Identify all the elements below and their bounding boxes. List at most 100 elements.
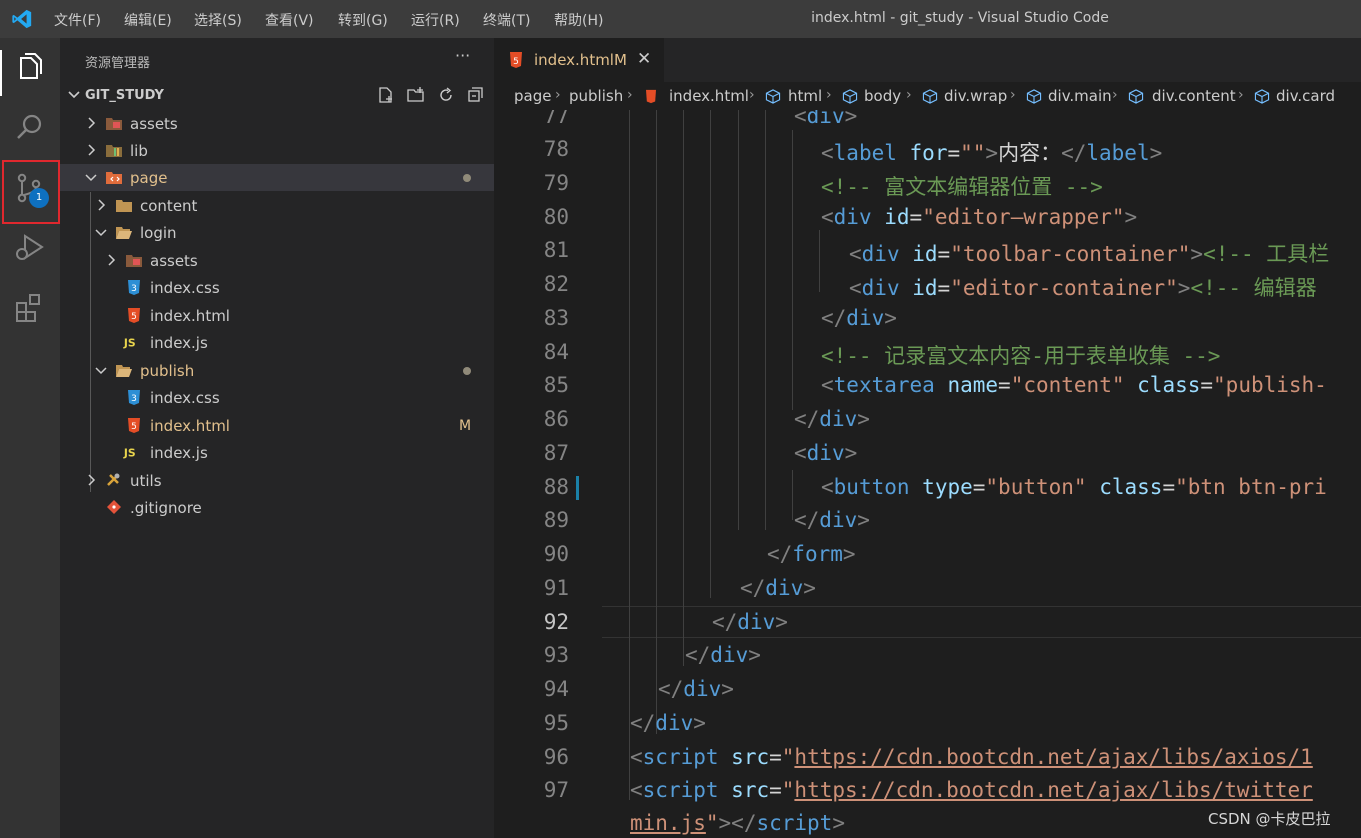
breadcrumb: page › publish › index.html › html › bod… <box>494 82 1361 110</box>
breadcrumb-separator: › <box>555 87 561 103</box>
tree-folder-lib[interactable]: lib <box>60 137 494 164</box>
element-icon <box>922 89 938 104</box>
indent-guide <box>710 110 711 598</box>
breadcrumb-item[interactable]: page <box>514 87 551 105</box>
new-file-icon[interactable] <box>377 86 395 104</box>
indent-guide <box>819 230 820 292</box>
vscode-logo-icon <box>12 9 32 29</box>
chevron-down-icon <box>68 91 80 99</box>
code-line-87: <div> <box>794 441 858 465</box>
tree-label: assets <box>130 115 178 133</box>
tree-label: page <box>130 169 168 187</box>
tree-label: index.css <box>150 389 220 407</box>
breadcrumb-separator: › <box>1010 87 1016 103</box>
explorer-icon[interactable] <box>12 50 48 86</box>
new-folder-icon[interactable] <box>407 86 425 104</box>
line-number: 82 <box>543 272 569 296</box>
code-link[interactable]: min.js <box>630 811 706 835</box>
assets-folder-icon <box>126 255 142 267</box>
tree-label: assets <box>150 252 198 270</box>
code-link[interactable]: https://cdn.bootcdn.net/ajax/libs/twitte… <box>794 778 1312 802</box>
breadcrumb-item[interactable]: html <box>788 87 822 105</box>
line-number: 93 <box>543 643 569 667</box>
menu-edit[interactable]: 编辑(E) <box>124 10 172 30</box>
code-line-93: </div> <box>685 643 761 667</box>
assets-folder-icon <box>106 118 122 130</box>
tab-label: index.html <box>534 51 614 69</box>
code-line-83: </div> <box>821 306 897 330</box>
menu-file[interactable]: 文件(F) <box>54 10 101 30</box>
code-line-80: <div id="editor—wrapper"> <box>821 205 1138 229</box>
run-debug-icon[interactable] <box>12 230 48 266</box>
tree-label: content <box>140 197 198 215</box>
js-file-icon: JS <box>123 337 136 350</box>
breadcrumb-item[interactable]: div.card <box>1276 87 1335 105</box>
js-file-icon: JS <box>123 447 136 460</box>
tree-label: lib <box>130 142 148 160</box>
line-number: 81 <box>543 238 569 262</box>
menu-help[interactable]: 帮助(H) <box>554 10 603 30</box>
tree-label: index.html <box>150 417 230 435</box>
project-header[interactable]: GIT_STUDY <box>60 84 494 106</box>
line-number: 87 <box>543 441 569 465</box>
extensions-icon[interactable] <box>12 290 48 326</box>
more-actions-icon[interactable]: ··· <box>455 46 470 65</box>
line-number: 95 <box>543 711 569 735</box>
breadcrumb-item[interactable]: body <box>864 87 901 105</box>
tree-folder-content[interactable]: content <box>60 192 494 219</box>
folder-open-icon <box>116 365 132 377</box>
tree-folder-page[interactable]: page <box>60 164 494 191</box>
tree-file-index-js[interactable]: JS index.js <box>60 329 494 356</box>
menu-go[interactable]: 转到(G) <box>338 10 388 30</box>
refresh-icon[interactable] <box>437 86 455 104</box>
breadcrumb-item[interactable]: div.content <box>1152 87 1236 105</box>
title-bar: 文件(F) 编辑(E) 选择(S) 查看(V) 转到(G) 运行(R) 终端(T… <box>0 0 1361 38</box>
breadcrumb-item[interactable]: index.html <box>669 87 749 105</box>
sidebar-title: 资源管理器 <box>85 56 151 71</box>
breadcrumb-item[interactable]: publish <box>569 87 623 105</box>
code-line-97: <script src="https://cdn.bootcdn.net/aja… <box>630 778 1313 802</box>
code-line-85: <textarea name="content" class="publish- <box>821 373 1327 397</box>
line-number: 79 <box>543 171 569 195</box>
tree-file-index-css[interactable]: 3 index.css <box>60 384 494 411</box>
chevron-down-icon <box>85 174 97 182</box>
close-icon[interactable]: ✕ <box>637 49 651 69</box>
tree-label: index.js <box>150 334 208 352</box>
breadcrumb-item[interactable]: div.main <box>1048 87 1112 105</box>
breadcrumb-separator: › <box>627 87 633 103</box>
menu-terminal[interactable]: 终端(T) <box>483 10 530 30</box>
menu-view[interactable]: 查看(V) <box>265 10 314 30</box>
tree-folder-publish[interactable]: publish <box>60 357 494 384</box>
code-editor[interactable]: 77 78 79 80 81 82 83 84 85 86 87 88 89 9… <box>494 110 1361 838</box>
breadcrumb-separator: › <box>749 87 755 103</box>
lib-folder-icon <box>106 145 122 157</box>
svg-text:5: 5 <box>131 422 137 432</box>
menu-selection[interactable]: 选择(S) <box>194 10 242 30</box>
svg-text:3: 3 <box>131 284 137 294</box>
tree-file-index-html[interactable]: 5 index.html M <box>60 412 494 439</box>
tree-folder-utils[interactable]: utils <box>60 467 494 494</box>
line-number: 97 <box>543 778 569 802</box>
breadcrumb-item[interactable]: div.wrap <box>944 87 1007 105</box>
tree-folder-assets[interactable]: assets <box>60 110 494 137</box>
tab-index-html[interactable]: 5 index.html M ✕ <box>494 38 664 82</box>
element-icon <box>1026 89 1042 104</box>
collapse-all-icon[interactable] <box>467 86 485 104</box>
element-icon <box>765 89 781 104</box>
tree-folder-login[interactable]: login <box>60 219 494 246</box>
tree-file-index-html[interactable]: 5 index.html <box>60 302 494 329</box>
css-file-icon: 3 <box>128 280 140 295</box>
watermark: CSDN @卡皮巴拉 <box>1208 810 1331 828</box>
menu-run[interactable]: 运行(R) <box>411 10 460 30</box>
code-link[interactable]: https://cdn.bootcdn.net/ajax/libs/axios/… <box>794 745 1312 769</box>
line-number: 89 <box>543 508 569 532</box>
tree-file-index-css[interactable]: 3 index.css <box>60 274 494 301</box>
modified-dot <box>463 367 471 375</box>
tree-folder-assets[interactable]: assets <box>60 247 494 274</box>
line-number: 91 <box>543 576 569 600</box>
html-file-icon: 5 <box>128 308 140 323</box>
tree-file-index-js[interactable]: JS index.js <box>60 439 494 466</box>
search-icon[interactable] <box>12 110 48 146</box>
chevron-right-icon <box>108 254 116 266</box>
tree-file-gitignore[interactable]: .gitignore <box>60 494 494 521</box>
